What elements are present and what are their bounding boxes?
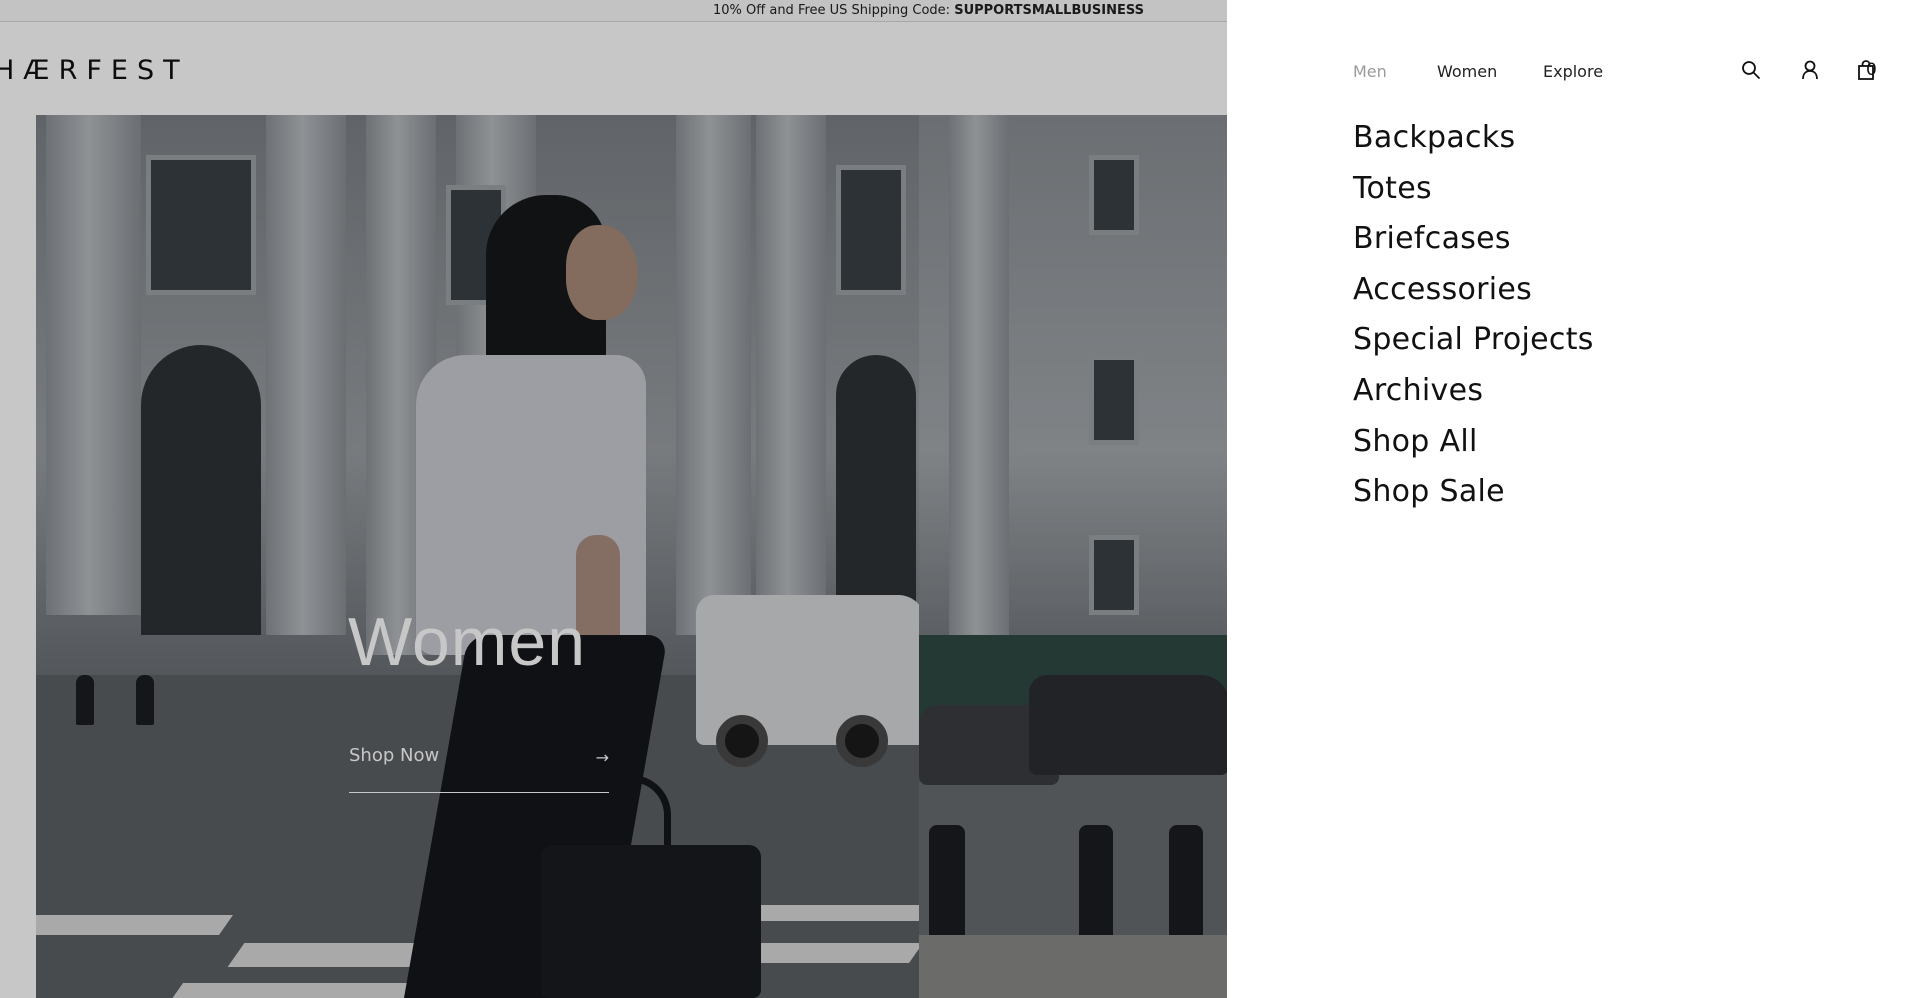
menu-item-shop-all[interactable]: Shop All (1353, 422, 1594, 473)
menu-item-backpacks[interactable]: Backpacks (1353, 118, 1594, 169)
cart-count[interactable]: 0 (1866, 60, 1877, 80)
category-menu: Backpacks Totes Briefcases Accessories S… (1353, 118, 1594, 523)
menu-item-shop-sale[interactable]: Shop Sale (1353, 472, 1594, 523)
account-icon[interactable] (1798, 58, 1822, 82)
search-icon[interactable] (1739, 58, 1763, 82)
site-background: 10% Off and Free US Shipping Code: SUPPO… (0, 0, 1227, 998)
menu-item-archives[interactable]: Archives (1353, 371, 1594, 422)
page-dim-overlay[interactable] (0, 0, 1227, 998)
menu-item-accessories[interactable]: Accessories (1353, 270, 1594, 321)
menu-item-special-projects[interactable]: Special Projects (1353, 320, 1594, 371)
menu-item-totes[interactable]: Totes (1353, 169, 1594, 220)
tab-men[interactable]: Men (1353, 62, 1387, 81)
menu-item-briefcases[interactable]: Briefcases (1353, 219, 1594, 270)
menu-drawer: Men Women Explore 0 Backpacks Totes Brie… (1227, 0, 1920, 998)
tab-women[interactable]: Women (1437, 62, 1497, 81)
tab-explore[interactable]: Explore (1543, 62, 1603, 81)
